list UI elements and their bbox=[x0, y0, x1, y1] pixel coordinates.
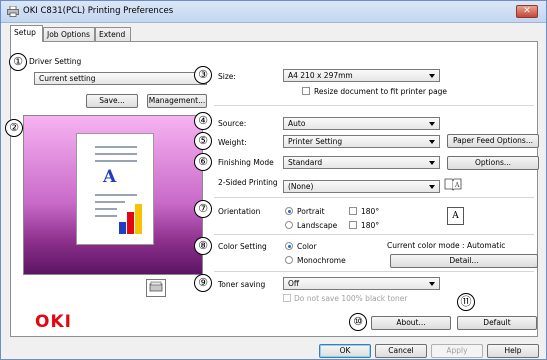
oki-logo: OKI bbox=[35, 312, 72, 332]
paper-feed-options-button[interactable]: Paper Feed Options... bbox=[447, 134, 539, 148]
chevron-down-icon bbox=[429, 74, 435, 78]
size-select[interactable]: A4 210 x 297mm bbox=[283, 69, 440, 82]
text-line bbox=[95, 194, 137, 196]
orientation-preview-icon: A bbox=[447, 207, 464, 225]
no-black-save-label: Do not save 100% black toner bbox=[294, 294, 408, 303]
text-line bbox=[95, 208, 117, 210]
resize-checkbox[interactable] bbox=[302, 87, 310, 95]
two-sided-label: 2-Sided Printing bbox=[218, 178, 278, 187]
toner-saving-select[interactable]: Off bbox=[283, 277, 440, 290]
printer-status-icon bbox=[146, 279, 166, 297]
separator bbox=[214, 271, 534, 272]
monochrome-radio[interactable] bbox=[285, 256, 293, 264]
landscape-rotate-180-checkbox[interactable] bbox=[349, 221, 357, 229]
callout-8: ⑧ bbox=[194, 237, 212, 255]
source-value: Auto bbox=[288, 119, 306, 128]
apply-button[interactable]: Apply bbox=[431, 344, 483, 358]
color-label: Color bbox=[297, 242, 317, 251]
ok-button[interactable]: OK bbox=[319, 344, 371, 358]
about-button[interactable]: About... bbox=[371, 316, 451, 330]
color-setting-label: Color Setting bbox=[218, 242, 267, 251]
size-label: Size: bbox=[218, 72, 236, 81]
separator bbox=[214, 234, 534, 235]
callout-11: ⑪ bbox=[457, 293, 475, 311]
chevron-down-icon bbox=[429, 185, 435, 189]
text-line bbox=[95, 146, 137, 148]
callout-7: ⑦ bbox=[194, 200, 212, 218]
portrait-radio[interactable] bbox=[285, 207, 293, 215]
title-bar: OKI C831(PCL) Printing Preferences ✕ bbox=[1, 1, 546, 23]
driver-setting-value: Current setting bbox=[39, 74, 96, 83]
weight-value: Printer Setting bbox=[288, 137, 343, 146]
tab-extend[interactable]: Extend bbox=[95, 27, 131, 41]
printing-preferences-window: OKI C831(PCL) Printing Preferences ✕ Set… bbox=[0, 0, 547, 360]
finishing-select[interactable]: Standard bbox=[283, 156, 440, 169]
chevron-down-icon bbox=[429, 161, 435, 165]
finishing-value: Standard bbox=[288, 158, 323, 167]
svg-text:A: A bbox=[454, 182, 460, 189]
chart-bar-yellow bbox=[135, 204, 142, 234]
driver-setting-select[interactable]: Current setting bbox=[34, 72, 207, 85]
weight-select[interactable]: Printer Setting bbox=[283, 135, 440, 148]
callout-2: ② bbox=[5, 119, 23, 137]
rotate-180-checkbox[interactable] bbox=[349, 207, 357, 215]
finishing-label: Finishing Mode bbox=[218, 158, 274, 167]
callout-5: ⑤ bbox=[194, 132, 212, 150]
chart-bar-red bbox=[127, 212, 134, 234]
two-sided-value: (None) bbox=[288, 182, 314, 191]
callout-9: ⑨ bbox=[194, 274, 212, 292]
source-select[interactable]: Auto bbox=[283, 117, 440, 130]
weight-label: Weight: bbox=[218, 138, 247, 147]
help-button[interactable]: Help bbox=[487, 344, 539, 358]
text-line bbox=[95, 160, 137, 162]
source-label: Source: bbox=[218, 119, 247, 128]
cancel-button[interactable]: Cancel bbox=[375, 344, 427, 358]
separator bbox=[214, 105, 534, 106]
callout-1: ① bbox=[9, 53, 27, 71]
no-black-save-checkbox[interactable] bbox=[283, 294, 291, 302]
portrait-label: Portrait bbox=[297, 207, 325, 216]
text-line bbox=[95, 153, 137, 155]
landscape-rotate-180-label: 180° bbox=[361, 221, 380, 230]
chevron-down-icon bbox=[429, 122, 435, 126]
close-button[interactable]: ✕ bbox=[516, 5, 538, 18]
text-line bbox=[95, 201, 125, 203]
duplex-book-icon: A bbox=[444, 178, 462, 191]
callout-4: ④ bbox=[194, 112, 212, 130]
save-button[interactable]: Save... bbox=[86, 94, 138, 108]
page-preview: A bbox=[23, 115, 203, 275]
callout-6: ⑥ bbox=[194, 153, 212, 171]
rotate-180-label: 180° bbox=[361, 207, 380, 216]
driver-setting-title: Driver Setting bbox=[29, 57, 82, 66]
separator bbox=[214, 197, 534, 198]
window-title: OKI C831(PCL) Printing Preferences bbox=[23, 6, 174, 16]
landscape-radio[interactable] bbox=[285, 221, 293, 229]
size-value: A4 210 x 297mm bbox=[288, 71, 353, 80]
tab-job-options[interactable]: Job Options bbox=[43, 27, 95, 41]
printer-icon bbox=[7, 6, 19, 17]
chart-bar-blue bbox=[119, 222, 126, 234]
close-icon: ✕ bbox=[523, 6, 531, 16]
finishing-options-button[interactable]: Options... bbox=[447, 156, 539, 170]
current-color-mode: Current color mode : Automatic bbox=[387, 241, 506, 250]
toner-saving-value: Off bbox=[288, 279, 300, 288]
management-button[interactable]: Management... bbox=[147, 94, 207, 108]
color-detail-button[interactable]: Detail... bbox=[390, 254, 538, 268]
callout-10: ⑩ bbox=[349, 313, 367, 331]
tab-setup[interactable]: Setup bbox=[10, 25, 43, 42]
two-sided-select[interactable]: (None) bbox=[283, 180, 440, 193]
resize-label: Resize document to fit printer page bbox=[314, 87, 448, 96]
landscape-label: Landscape bbox=[297, 221, 338, 230]
chevron-down-icon bbox=[429, 282, 435, 286]
toner-saving-label: Toner saving bbox=[218, 280, 266, 289]
chevron-down-icon bbox=[429, 140, 435, 144]
monochrome-label: Monochrome bbox=[297, 256, 346, 265]
callout-3: ③ bbox=[194, 66, 212, 84]
preview-letter: A bbox=[103, 167, 117, 187]
text-line bbox=[95, 215, 117, 217]
preview-paper: A bbox=[76, 133, 154, 245]
orientation-label: Orientation bbox=[218, 207, 261, 216]
color-radio[interactable] bbox=[285, 242, 293, 250]
default-button[interactable]: Default bbox=[457, 316, 537, 330]
